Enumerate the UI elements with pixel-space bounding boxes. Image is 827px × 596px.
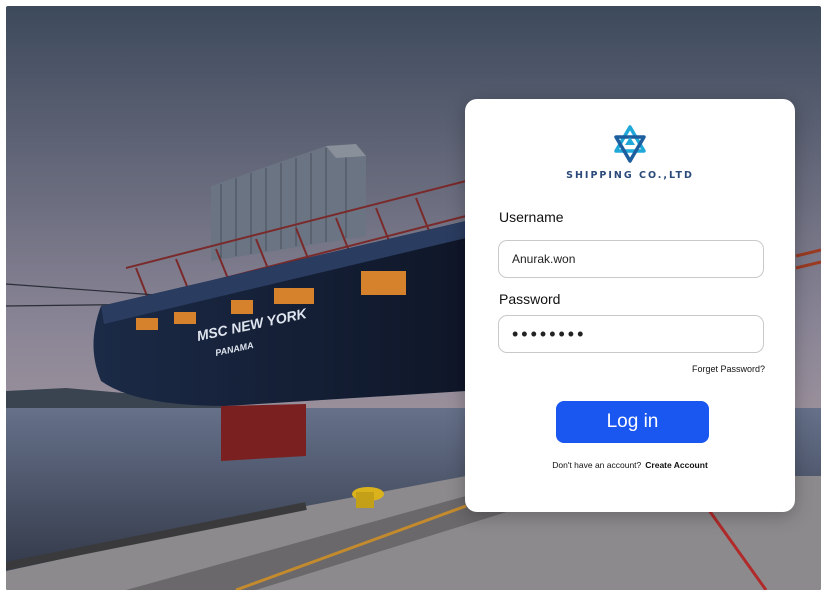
create-account-link[interactable]: Create Account bbox=[645, 460, 708, 470]
password-value: •••••••• bbox=[512, 323, 587, 344]
signup-row: Don't have an account? Create Account bbox=[465, 460, 795, 470]
brand-name: SHIPPING CO.,LTD bbox=[566, 170, 694, 181]
password-input[interactable]: •••••••• bbox=[498, 315, 764, 353]
username-input[interactable]: Anurak.won bbox=[498, 240, 764, 278]
login-card: SHIPPING CO.,LTD Username Anurak.won Pas… bbox=[465, 99, 795, 512]
username-value: Anurak.won bbox=[512, 252, 576, 266]
username-label: Username bbox=[499, 209, 564, 225]
logo-icon bbox=[614, 125, 646, 163]
login-button[interactable]: Log in bbox=[556, 401, 709, 443]
company-logo: SHIPPING CO.,LTD bbox=[465, 125, 795, 181]
password-label: Password bbox=[499, 291, 561, 307]
forgot-password-link[interactable]: Forget Password? bbox=[692, 364, 765, 374]
signup-prompt: Don't have an account? bbox=[552, 460, 642, 470]
